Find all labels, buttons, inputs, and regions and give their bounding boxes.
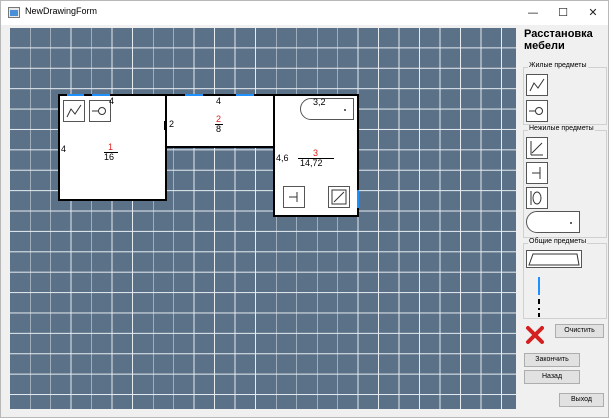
window-mark — [67, 94, 84, 96]
sink-icon — [530, 191, 542, 205]
room-3-width-label: 3,2 — [313, 97, 326, 107]
non-living-items-label: Нежилые предметы — [528, 125, 595, 132]
panel-title: Расстановка мебели — [524, 28, 593, 52]
table-chair-furniture[interactable] — [89, 100, 111, 122]
living-items-label: Жилые предметы — [528, 62, 588, 69]
cabinet-icon — [289, 192, 298, 202]
sofa-icon — [529, 78, 545, 92]
cabinet-furniture[interactable] — [283, 186, 305, 208]
palette-table-chair[interactable] — [526, 100, 548, 122]
maximize-button[interactable]: ☐ — [548, 1, 578, 25]
palette-shelf[interactable] — [526, 137, 548, 159]
wall-icon — [528, 253, 580, 266]
sofa-furniture[interactable] — [63, 100, 85, 122]
bathtub-icon — [344, 109, 346, 111]
room-2-number: 2 — [216, 114, 222, 124]
common-items-label: Общие предметы — [528, 238, 588, 245]
room-2-height-label: 2 — [169, 119, 175, 129]
finish-button[interactable]: Закончить — [524, 353, 580, 367]
palette-cabinet[interactable] — [526, 162, 548, 184]
palette-sofa[interactable] — [526, 74, 548, 96]
door-mark — [164, 121, 167, 130]
close-button[interactable]: ✕ — [578, 1, 608, 25]
shelf-icon — [530, 141, 543, 156]
table-chair-icon — [529, 107, 543, 115]
room-1-width-label: 4 — [109, 96, 115, 106]
palette-wall[interactable] — [526, 250, 582, 268]
app-window: NewDrawingForm — ☐ ✕ 4 4 1 16 4 2 2 8 3,… — [0, 0, 609, 418]
app-icon — [8, 7, 20, 18]
room-2-area: 8 — [216, 124, 222, 134]
room-3-area: 14,72 — [300, 158, 323, 168]
room-3-height-label: 4,6 — [276, 153, 289, 163]
door-mark — [215, 146, 229, 148]
door-icon — [538, 299, 540, 317]
title-bar: NewDrawingForm — ☐ ✕ — [1, 1, 608, 25]
room-1-area: 16 — [104, 152, 115, 162]
palette-sink[interactable] — [526, 187, 548, 209]
palette-bathtub[interactable] — [526, 211, 580, 233]
drawing-canvas[interactable]: 4 4 1 16 4 2 2 8 3,2 4,6 3 14,72 — [10, 28, 516, 409]
sofa-icon — [66, 104, 82, 118]
window-mark — [357, 190, 359, 208]
palette-window[interactable] — [538, 277, 540, 295]
exit-button[interactable]: Выход — [559, 393, 604, 407]
delete-icon[interactable] — [525, 325, 545, 345]
room-3-number: 3 — [313, 148, 319, 158]
furniture-panel: Расстановка мебели Жилые предметы Нежилы… — [518, 25, 608, 417]
shelf-furniture[interactable] — [328, 186, 350, 208]
palette-door[interactable] — [538, 299, 540, 317]
window-title: NewDrawingForm — [25, 6, 98, 16]
room-1-number: 1 — [108, 142, 114, 152]
window-mark — [92, 94, 110, 96]
bathtub-furniture[interactable] — [300, 98, 354, 120]
room-1-height-label: 4 — [61, 144, 67, 154]
minimize-button[interactable]: — — [518, 1, 548, 25]
table-chair-icon — [92, 107, 106, 115]
back-button[interactable]: Назад — [524, 370, 580, 384]
shelf-icon — [331, 189, 347, 205]
clear-button[interactable]: Очистить — [555, 324, 604, 338]
room-2-width-label: 4 — [216, 96, 222, 106]
cabinet-icon — [532, 167, 541, 179]
window-mark — [236, 94, 254, 96]
bathtub-icon — [570, 222, 572, 224]
window-mark — [185, 94, 203, 96]
